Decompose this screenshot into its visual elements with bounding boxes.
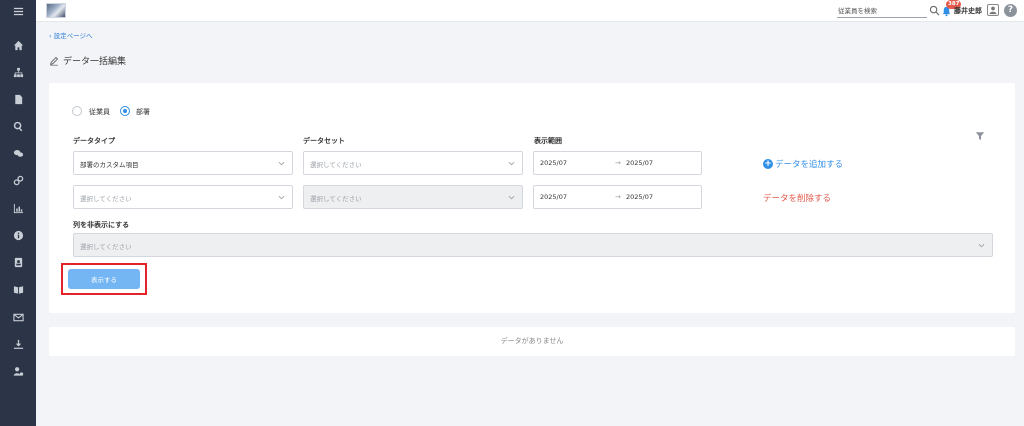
username[interactable]: 藤井史郎	[954, 6, 982, 16]
employee-search	[837, 4, 927, 18]
range-to-2[interactable]: 2025/07	[626, 193, 653, 201]
arrow-right-icon: →	[615, 193, 621, 201]
display-range-2[interactable]: 2025/07 → 2025/07	[533, 185, 702, 209]
edit-pencil-icon	[50, 56, 59, 65]
data-type-value-2: 選択してください	[80, 195, 132, 203]
range-from-1[interactable]: 2025/07	[540, 159, 567, 167]
top-header: 387 藤井史郎 ?	[36, 0, 1024, 22]
delete-data-link[interactable]: データを削除する	[763, 192, 831, 204]
sidebar	[0, 0, 36, 426]
plus-circle-icon: +	[763, 159, 773, 169]
back-to-settings-link[interactable]: ‹ 設定ページへ	[49, 30, 93, 40]
chevron-down-icon	[978, 243, 985, 248]
data-type-select-2[interactable]: 選択してください	[73, 185, 293, 209]
display-range-1[interactable]: 2025/07 → 2025/07	[533, 151, 702, 175]
arrow-right-icon: →	[615, 159, 621, 167]
book-icon[interactable]	[0, 281, 36, 297]
chevron-down-icon	[508, 161, 515, 166]
data-set-value-1: 選択してください	[310, 161, 362, 169]
home-icon[interactable]	[0, 37, 36, 53]
info-icon[interactable]	[0, 227, 36, 243]
link-icon[interactable]	[0, 172, 36, 188]
display-range-label: 表示範囲	[534, 137, 562, 145]
document-icon[interactable]	[0, 91, 36, 107]
radio-department-label: 部署	[136, 108, 150, 116]
mail-icon[interactable]	[0, 309, 36, 325]
radio-department[interactable]	[120, 106, 130, 116]
data-set-select-2: 選択してください	[303, 185, 523, 209]
add-data-link[interactable]: + データを追加する	[763, 158, 843, 170]
menu-icon[interactable]	[0, 3, 36, 19]
company-logo[interactable]	[46, 3, 66, 18]
filter-icon[interactable]	[975, 131, 985, 141]
add-data-label: データを追加する	[775, 160, 844, 170]
back-link-label: 設定ページへ	[53, 32, 93, 40]
download-icon[interactable]	[0, 336, 36, 352]
show-button[interactable]: 表示する	[68, 269, 140, 289]
range-from-2[interactable]: 2025/07	[540, 193, 567, 201]
data-type-value-1: 部署のカスタム項目	[80, 161, 139, 169]
user-settings-icon[interactable]	[0, 363, 36, 379]
chart-icon[interactable]	[0, 200, 36, 216]
search-icon[interactable]	[0, 118, 36, 134]
radio-employee[interactable]	[72, 106, 82, 116]
hide-columns-value: 選択してください	[80, 243, 132, 251]
radio-employee-label: 従業員	[89, 108, 110, 116]
data-set-select-1[interactable]: 選択してください	[303, 151, 523, 175]
contact-card-icon[interactable]	[0, 254, 36, 270]
data-type-select-1[interactable]: 部署のカスタム項目	[73, 151, 293, 175]
data-set-value-2: 選択してください	[310, 195, 362, 203]
hide-columns-label: 列を非表示にする	[73, 221, 130, 229]
chevron-down-icon	[278, 195, 285, 200]
search-input[interactable]	[837, 4, 927, 18]
chevron-down-icon	[278, 161, 285, 166]
range-to-1[interactable]: 2025/07	[626, 159, 653, 167]
user-avatar-icon[interactable]	[987, 4, 999, 16]
bulk-edit-form: 従業員 部署 データタイプ データセット 表示範囲 部署のカスタム項目 選択して…	[49, 83, 1015, 313]
data-set-label: データセット	[303, 137, 345, 145]
search-icon[interactable]	[929, 5, 940, 16]
org-chart-icon[interactable]	[0, 64, 36, 80]
chevron-down-icon	[508, 195, 515, 200]
chat-icon[interactable]	[0, 145, 36, 161]
page-title: データ一括編集	[63, 57, 127, 67]
help-icon[interactable]: ?	[1004, 4, 1017, 17]
empty-state: データがありません	[49, 327, 1015, 356]
data-type-label: データタイプ	[73, 137, 115, 145]
page-title-row: データ一括編集	[49, 54, 126, 67]
hide-columns-select[interactable]: 選択してください	[73, 233, 993, 257]
